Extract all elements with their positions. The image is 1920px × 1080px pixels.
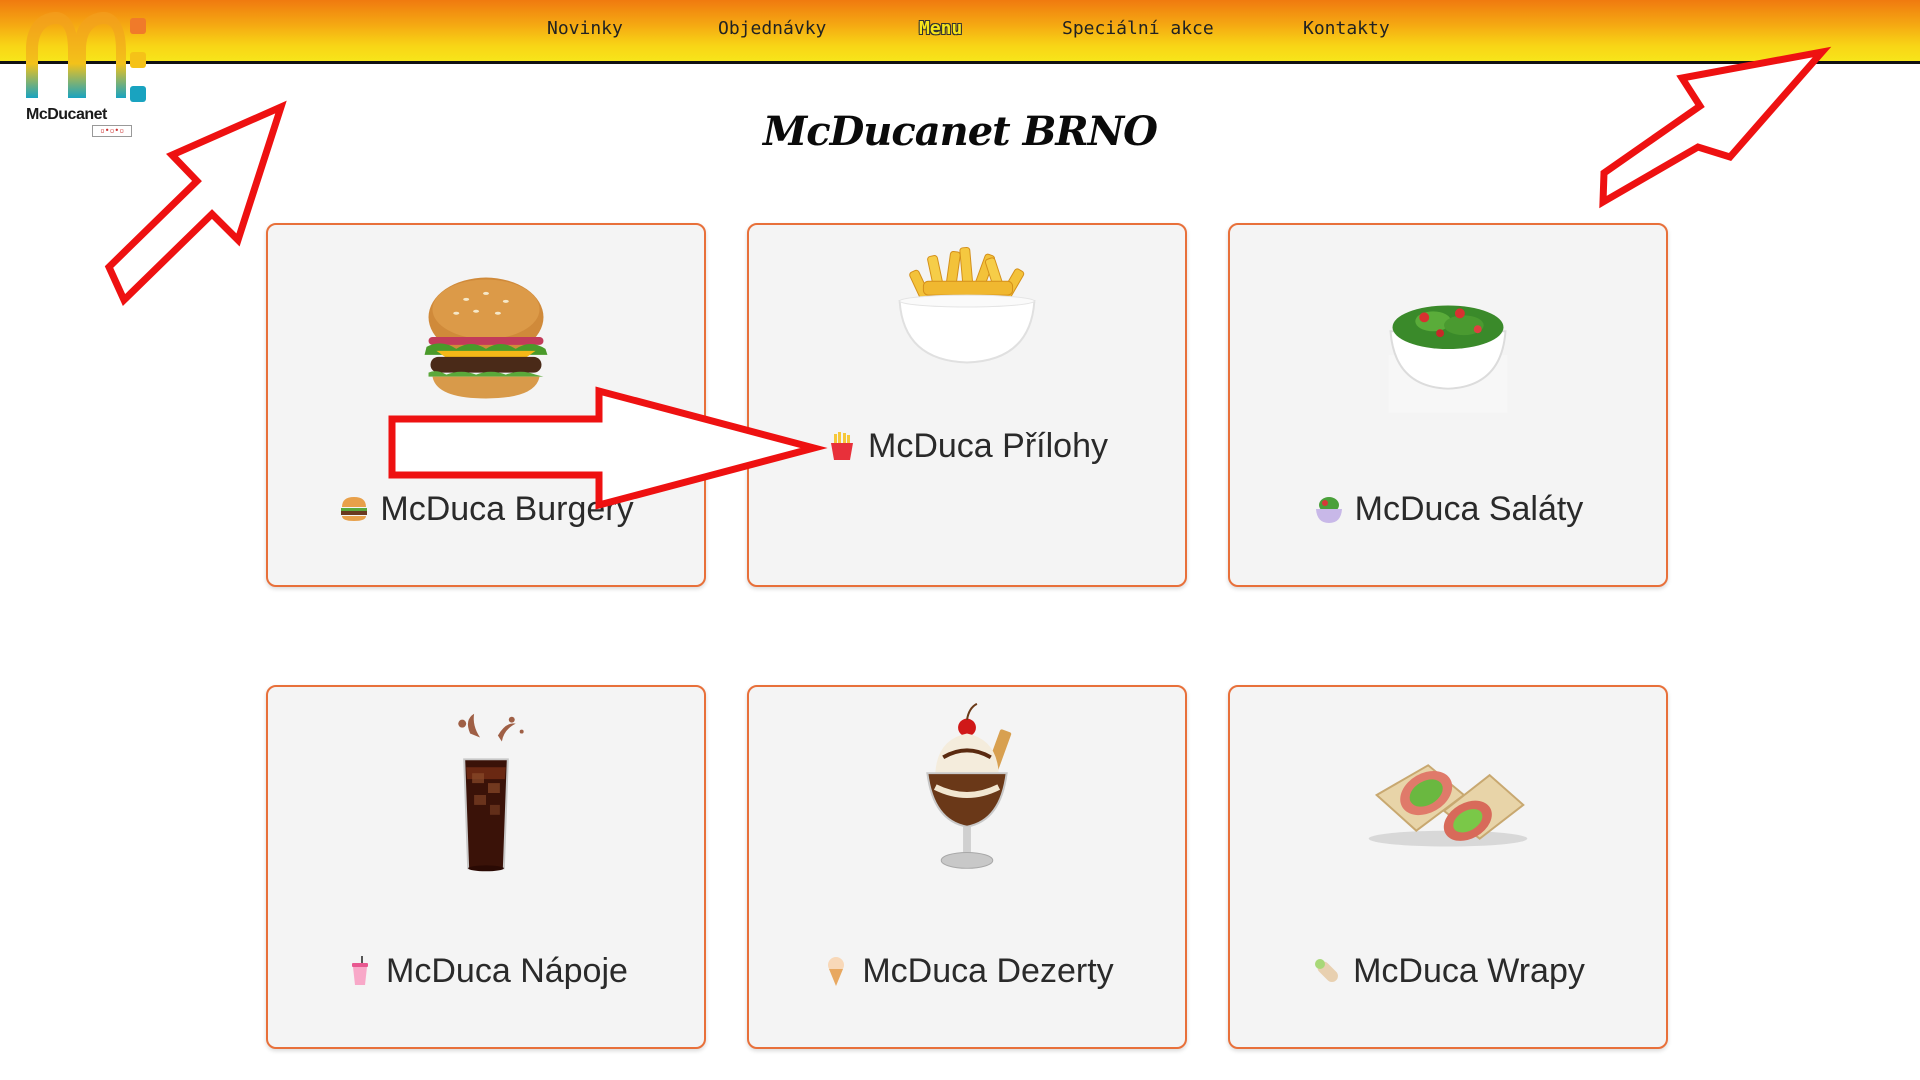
card-label-napoje: McDuca Nápoje	[268, 952, 704, 991]
burger-image	[424, 277, 548, 399]
main-nav: Novinky Objednávky Menu Speciální akce K…	[0, 18, 1920, 46]
card-label-dezerty: McDuca Dezerty	[749, 952, 1185, 991]
nav-item-kontakty[interactable]: Kontakty	[1303, 18, 1390, 39]
wrap-icon	[1315, 959, 1339, 982]
ice-cream-icon	[828, 957, 845, 986]
menu-card-prilohy[interactable]: McDuca Přílohy	[747, 223, 1187, 587]
menu-card-napoje[interactable]: McDuca Nápoje	[266, 685, 706, 1049]
card-label-prilohy: McDuca Přílohy	[749, 427, 1185, 466]
logo-arches-icon	[26, 12, 146, 102]
dessert-image	[926, 703, 1012, 869]
burger-icon	[341, 497, 368, 521]
card-label-burgery: McDuca Burgery	[268, 490, 704, 529]
drink-image	[458, 713, 524, 872]
page-title: McDucanet BRNO	[762, 108, 1158, 155]
fries-image	[898, 246, 1036, 364]
nav-item-specialni-akce[interactable]: Speciální akce	[1062, 18, 1214, 39]
drink-icon	[352, 956, 369, 985]
nav-item-novinky[interactable]: Novinky	[547, 18, 623, 39]
nav-item-menu[interactable]: Menu	[919, 18, 962, 39]
card-label-salaty: McDuca Saláty	[1230, 490, 1666, 529]
wrap-image	[1368, 764, 1528, 847]
menu-card-wrapy[interactable]: McDuca Wrapy	[1228, 685, 1668, 1049]
salad-icon	[1315, 497, 1342, 523]
menu-card-salaty[interactable]: McDuca Saláty	[1228, 223, 1668, 587]
nav-item-objednavky[interactable]: Objednávky	[718, 18, 826, 39]
salad-image	[1388, 305, 1508, 413]
fries-icon	[831, 432, 854, 460]
menu-card-burgery[interactable]: McDuca Burgery	[266, 223, 706, 587]
menu-card-dezerty[interactable]: McDuca Dezerty	[747, 685, 1187, 1049]
top-nav-bar: Novinky Objednávky Menu Speciální akce K…	[0, 0, 1920, 64]
card-label-wrapy: McDuca Wrapy	[1230, 952, 1666, 991]
